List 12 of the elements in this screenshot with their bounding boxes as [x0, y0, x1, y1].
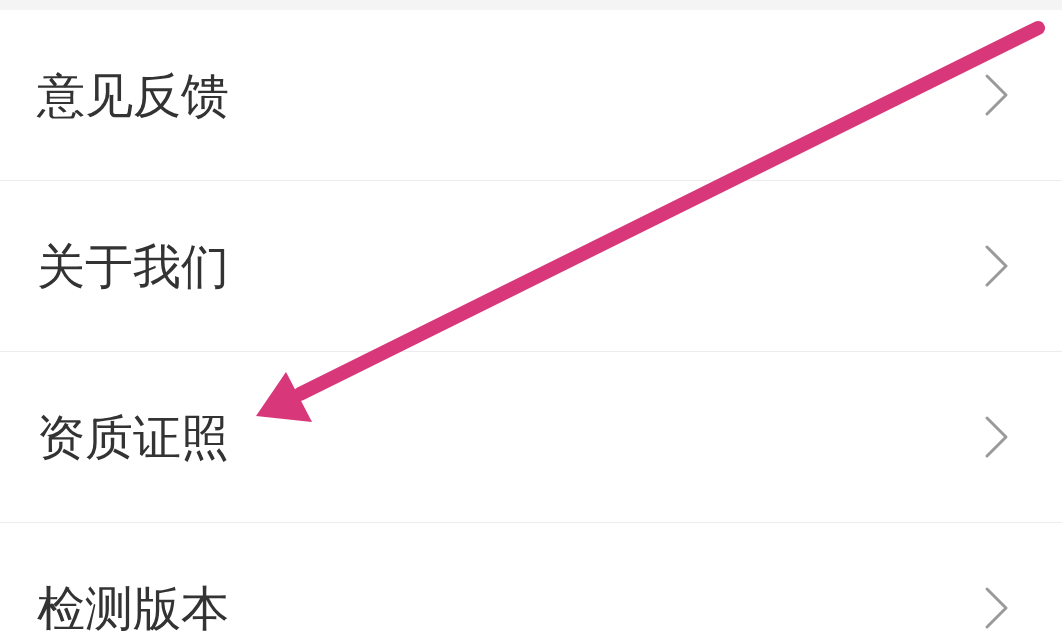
chevron-icon: [984, 73, 1010, 117]
menu-item-label: 资质证照: [37, 413, 229, 461]
chevron-icon: [984, 244, 1010, 288]
menu-item[interactable]: 检测版本: [0, 523, 1062, 640]
menu-item[interactable]: 资质证照: [0, 352, 1062, 522]
chevron-icon: [984, 415, 1010, 459]
menu-item-label: 意见反馈: [37, 71, 229, 119]
menu-item-label: 关于我们: [37, 242, 229, 290]
chevron-icon: [984, 586, 1010, 630]
menu-item-label: 检测版本: [37, 584, 229, 632]
menu-item[interactable]: 意见反馈: [0, 10, 1062, 180]
menu-item[interactable]: 关于我们: [0, 181, 1062, 351]
